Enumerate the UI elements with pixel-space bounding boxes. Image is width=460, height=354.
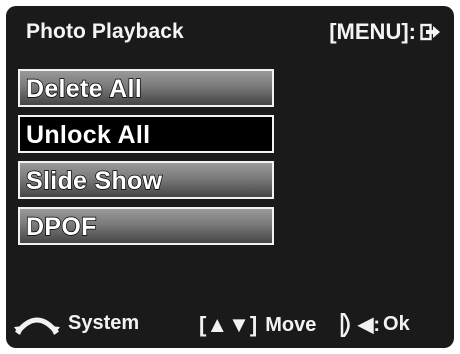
mode-dial-icon	[14, 317, 60, 335]
move-hint: [▲▼] Move	[199, 312, 316, 338]
ok-label: Ok	[383, 313, 410, 335]
header: Photo Playback [MENU]:	[6, 6, 454, 56]
menu-exit-hint[interactable]: [MENU]:	[329, 19, 440, 45]
exit-arrow-icon	[420, 23, 440, 41]
move-label: Move	[265, 313, 317, 336]
menu-item-label: Slide Show	[25, 166, 163, 195]
menu-item-dpof[interactable]: DPOF	[18, 207, 274, 245]
menu-item-slide-show[interactable]: Slide Show	[18, 161, 274, 199]
menu-item-delete-all[interactable]: Delete All	[18, 69, 274, 107]
system-label: System	[68, 312, 140, 334]
d-pad-right-icon	[340, 312, 350, 337]
up-down-keys: [▲▼]	[199, 312, 258, 337]
footer-hints: System [▲▼] Move ◀: Ok	[6, 306, 454, 342]
system-hint[interactable]: System	[14, 312, 139, 335]
menu-item-unlock-all[interactable]: Unlock All	[18, 115, 274, 153]
ok-hint[interactable]: ◀: Ok	[340, 312, 410, 337]
menu-item-label: DPOF	[25, 212, 97, 241]
ok-key: ◀:	[358, 314, 381, 336]
playback-menu: Delete All Unlock All Slide Show DPOF	[18, 69, 274, 253]
page-title: Photo Playback	[26, 20, 184, 43]
menu-key-label: [MENU]:	[329, 19, 416, 44]
menu-item-label: Unlock All	[26, 121, 151, 149]
menu-item-label: Delete All	[25, 74, 143, 103]
camera-screen: Photo Playback [MENU]: Delete All Unlock…	[6, 6, 454, 348]
